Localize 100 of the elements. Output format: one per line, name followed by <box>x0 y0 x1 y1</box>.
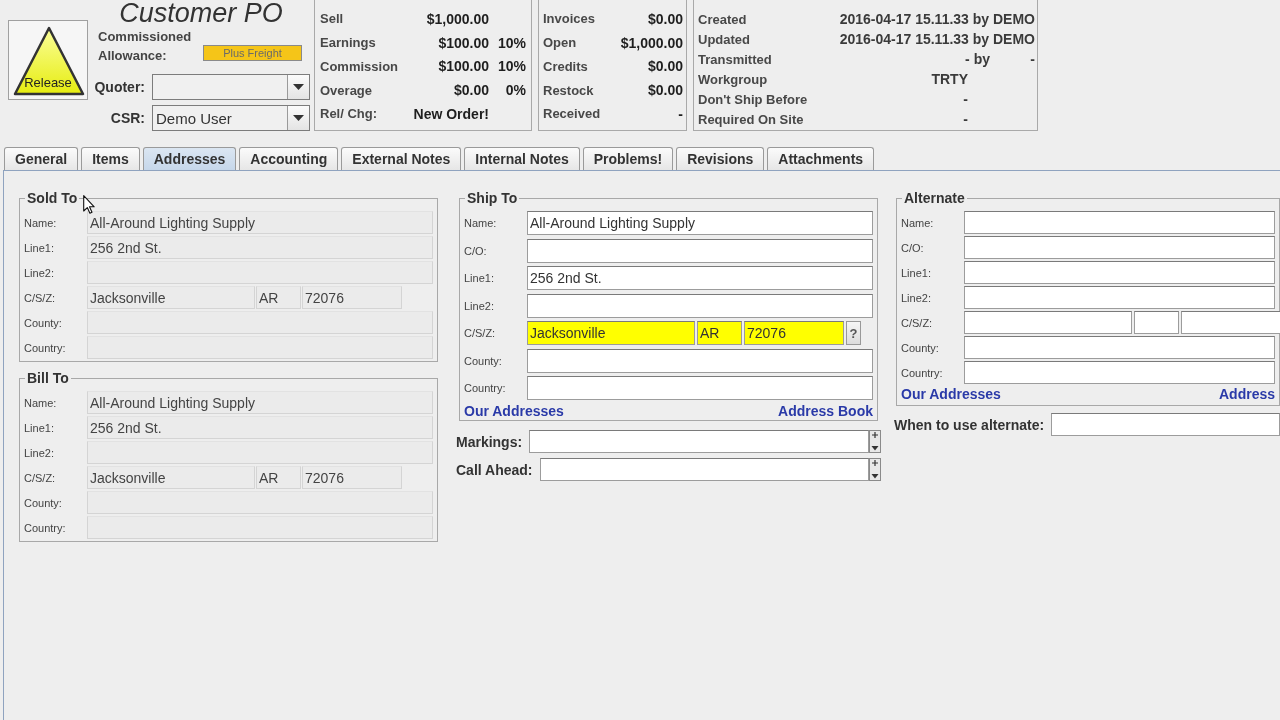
triangle-icon <box>13 26 85 96</box>
date-value: TRTY <box>931 71 968 87</box>
text-field[interactable]: 256 2nd St. <box>527 266 873 290</box>
link[interactable]: Our Addresses <box>901 386 1001 402</box>
text-field[interactable] <box>964 261 1275 284</box>
scroll-arrows-icon[interactable] <box>869 430 881 453</box>
group-title: Alternate <box>903 190 966 206</box>
field-label: Line1: <box>24 241 55 254</box>
field-label: County: <box>24 316 63 329</box>
field-label: C/S/Z: <box>24 471 57 484</box>
caret-icon <box>293 115 304 121</box>
field-label: Country: <box>24 341 67 354</box>
group-title: Bill To <box>26 370 70 386</box>
tab[interactable]: Addresses <box>142 147 237 170</box>
date-label: Updated <box>698 31 750 47</box>
field-label: CSR: <box>109 110 145 126</box>
summary-label: Invoices <box>543 11 596 27</box>
state-field[interactable]: AR <box>697 321 742 345</box>
text-field[interactable] <box>527 293 873 318</box>
field-label: Name: <box>24 216 58 229</box>
summary-value: $1,000.00 <box>620 34 683 51</box>
release-button[interactable]: Release <box>8 20 88 100</box>
text-field[interactable] <box>1051 413 1280 436</box>
date-value: - <box>963 111 968 127</box>
date-value: 2016-04-17 15.11.33 by DEMO <box>839 31 1035 47</box>
field-label: Name: <box>901 216 935 229</box>
city-field[interactable] <box>964 311 1132 334</box>
tab[interactable]: Revisions <box>676 147 765 170</box>
percent-value: 0% <box>505 82 526 99</box>
tab[interactable]: Items <box>81 147 140 170</box>
text-field[interactable] <box>964 236 1275 259</box>
link[interactable]: Our Addresses <box>464 403 564 419</box>
date-value: - <box>963 91 968 107</box>
zip-field[interactable] <box>1181 311 1280 334</box>
scroll-arrows-icon[interactable] <box>869 458 881 481</box>
text-field[interactable] <box>964 361 1275 384</box>
field-label: Name: <box>464 217 498 229</box>
summary-value: New Order! <box>413 105 489 122</box>
dropdown[interactable]: Demo User <box>152 105 310 131</box>
tab[interactable]: Attachments <box>767 147 875 170</box>
text-field[interactable] <box>527 348 873 373</box>
field-label: County: <box>24 496 63 509</box>
text-field[interactable] <box>527 238 873 263</box>
field-label: When to use alternate: <box>894 416 1045 433</box>
pointer-cursor-icon <box>83 195 95 214</box>
date-label: Don't Ship Before <box>698 91 808 107</box>
field-label: Country: <box>464 382 507 394</box>
summary-value: $100.00 <box>438 58 489 75</box>
summary-value: $0.00 <box>647 10 683 27</box>
form-title: Customer PO <box>119 0 283 26</box>
field-label: C/S/Z: <box>24 291 57 304</box>
summary-label: Restock <box>543 82 594 98</box>
tab[interactable]: External Notes <box>341 147 462 170</box>
field-label: Line2: <box>464 299 495 312</box>
tab[interactable]: Internal Notes <box>464 147 580 170</box>
text-field[interactable] <box>964 211 1275 234</box>
summary-value: - <box>678 105 683 122</box>
lookup-button[interactable]: ? <box>846 321 861 345</box>
field-label: Line1: <box>464 272 495 284</box>
tab[interactable]: General <box>4 147 79 170</box>
group-title: Sold To <box>26 190 79 206</box>
field-label: Line1: <box>901 266 932 279</box>
field-label: Country: <box>901 366 944 379</box>
field-label: C/S/Z: <box>901 316 934 329</box>
field-label: C/O: <box>464 244 488 257</box>
date-value: 2016-04-17 15.11.33 by DEMO <box>839 11 1035 27</box>
field-label: C/S/Z: <box>464 327 497 339</box>
date-label: Required On Site <box>698 111 804 127</box>
field-label: Call Ahead: <box>456 461 533 478</box>
field-label: County: <box>901 341 940 354</box>
summary-value: $0.00 <box>647 82 683 99</box>
field-label: C/O: <box>901 241 925 254</box>
summary-label: Overage <box>320 82 373 98</box>
city-field[interactable]: Jacksonville <box>527 321 695 345</box>
summary-value: $100.00 <box>438 34 489 51</box>
field-label: Quoter: <box>93 79 145 95</box>
summary-label: Credits <box>543 58 588 74</box>
text-field[interactable]: All-Around Lighting Supply <box>527 211 873 235</box>
field-label: Line2: <box>901 291 932 304</box>
date-label: Workgroup <box>698 71 768 87</box>
field-label: Line2: <box>24 266 55 279</box>
text-field[interactable] <box>539 458 869 481</box>
text-field[interactable] <box>964 286 1275 309</box>
tab[interactable]: Accounting <box>239 147 339 170</box>
summary-label: Earnings <box>320 35 376 51</box>
tab[interactable]: Problems! <box>582 147 674 170</box>
state-field[interactable] <box>1134 311 1179 334</box>
text-field[interactable] <box>529 430 869 453</box>
percent-value: 10% <box>497 58 526 75</box>
field-label: Line1: <box>24 421 55 434</box>
date-value: - by <box>965 51 990 67</box>
link[interactable]: Address Book <box>778 403 873 419</box>
field-label: Country: <box>24 521 67 534</box>
link[interactable]: Address <box>1218 386 1275 402</box>
allowance-badge: Plus Freight <box>203 45 302 61</box>
dropdown[interactable] <box>152 74 310 100</box>
text-field[interactable] <box>527 376 873 400</box>
text-field[interactable] <box>964 336 1275 359</box>
date-value: - <box>1030 51 1035 67</box>
zip-field[interactable]: 72076 <box>744 321 844 345</box>
